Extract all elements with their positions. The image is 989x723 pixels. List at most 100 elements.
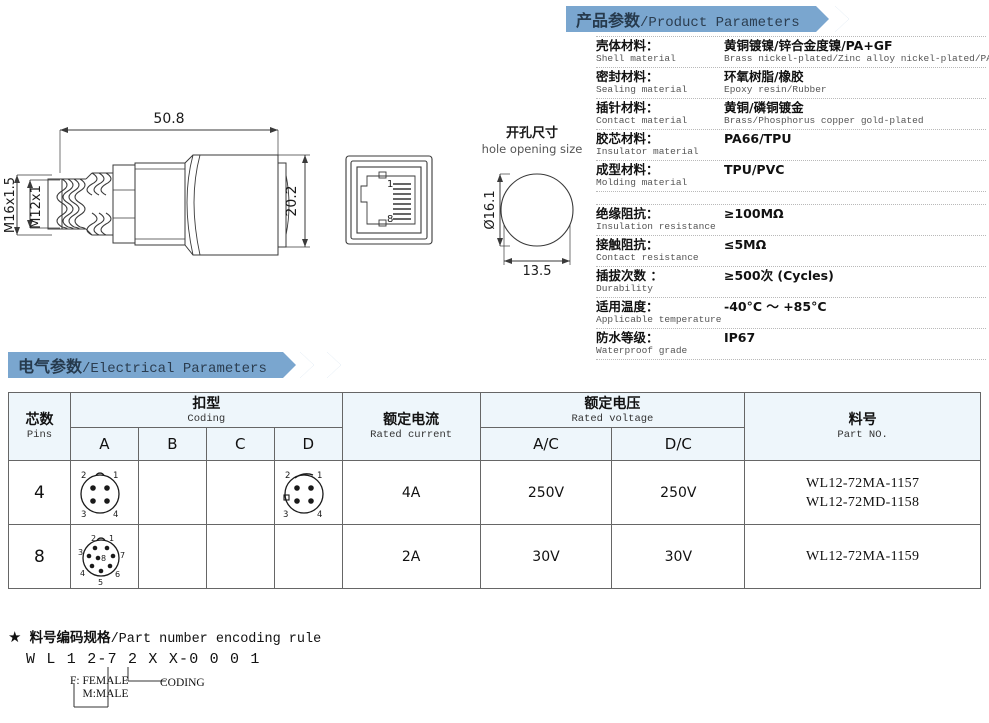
header-rated-voltage: 额定电压 Rated voltage xyxy=(479,392,746,428)
spec-label: 胶芯材料： Insulator material xyxy=(596,132,724,158)
svg-text:2: 2 xyxy=(91,534,96,543)
electrical-parameters-title-en: Electrical Parameters xyxy=(90,361,267,377)
svg-text:5: 5 xyxy=(98,578,103,587)
electrical-parameters-table: 芯数 Pins 扣型 Coding 额定电流 Rated current 额定电… xyxy=(8,392,981,589)
header-coding: 扣型 Coding xyxy=(69,392,343,428)
part-number: WL12-72MA-1157 xyxy=(805,475,920,491)
banner-chevron-icon xyxy=(834,6,849,32)
header-current-cn: 额定电流 xyxy=(383,412,440,428)
svg-text:4: 4 xyxy=(80,569,85,578)
cell-current-value: 2A xyxy=(401,548,421,565)
cell-coding-a-pinout-8: 1 2 3 4 5 6 7 8 xyxy=(69,524,139,589)
spec-label-cn: 插拔次数 ： xyxy=(596,268,663,283)
cell-pins-value: 8 xyxy=(34,546,45,567)
table-row: 4 1 2 3 4 1 2 3 4 4A 250V 250V WL12-72MA… xyxy=(8,460,981,525)
header-coding-c: C xyxy=(205,427,275,461)
svg-text:2: 2 xyxy=(81,471,86,481)
spec-label-en: Insulation resistance xyxy=(596,221,716,232)
spec-value: TPU/PVC xyxy=(724,163,986,177)
pinout-8-icon: 1 2 3 4 5 6 7 8 xyxy=(78,534,125,587)
encoding-rule-title-en: Part number encoding rule xyxy=(118,632,322,647)
spec-label: 成型材料： Molding material xyxy=(596,163,724,189)
spec-label: 防水等级： Waterproof grade xyxy=(596,330,724,357)
spec-row: 接触阻抗： Contact resistance ≤5MΩ xyxy=(596,235,986,266)
cell-voltage-ac: 30V xyxy=(479,524,613,589)
encoding-note-male: M:MALE xyxy=(82,688,129,700)
product-parameters-title-cn: 产品参数 xyxy=(576,11,641,30)
dim-thread-outer: M16x1.5 xyxy=(3,177,18,233)
spec-value: IP67 xyxy=(724,331,986,345)
header-pins-cn: 芯数 xyxy=(25,412,54,428)
header-coding-c-label: C xyxy=(235,434,246,453)
spec-value: ≥100MΩ xyxy=(724,207,986,221)
cell-coding-c xyxy=(205,524,275,589)
table-header-row-1: 芯数 Pins 扣型 Coding 额定电流 Rated current 额定电… xyxy=(8,392,981,461)
spec-value-cn: ≥500次 (Cycles) xyxy=(724,268,834,283)
spec-label: 绝缘阻抗： Insulation resistance xyxy=(596,207,724,233)
spec-row: 绝缘阻抗： Insulation resistance ≥100MΩ xyxy=(596,204,986,235)
spec-value: 黄铜/磷铜镀金 Brass/Phosphorus copper gold-pla… xyxy=(724,100,986,127)
dim-length: 50.8 xyxy=(153,111,184,127)
spec-value-cn: ≤5MΩ xyxy=(724,237,767,252)
header-partno-cn: 料号 xyxy=(848,412,877,428)
header-part-no: 料号 Part NO. xyxy=(744,392,981,461)
cell-current-value: 4A xyxy=(401,484,421,501)
cell-pins: 4 xyxy=(8,460,71,525)
encoding-pattern: W L 1 2-7 2 X X-0 0 0 1 xyxy=(26,651,261,668)
spec-label-en: Durability xyxy=(596,283,654,294)
electrical-parameters-banner: 电气参数/Electrical Parameters xyxy=(8,352,341,378)
spec-row: 防水等级： Waterproof grade IP67 xyxy=(596,328,986,360)
spec-row: 适用温度： Applicable temperature -40°C ～ +85… xyxy=(596,297,986,328)
cell-current: 4A xyxy=(341,460,481,525)
connector-front-view-drawing: 1 8 xyxy=(336,148,456,258)
product-parameters-title-en: Product Parameters xyxy=(648,15,800,31)
star-icon: ★ xyxy=(8,630,22,647)
header-current-en: Rated current xyxy=(370,429,453,441)
spec-value: ≤5MΩ xyxy=(724,238,986,252)
product-parameters-list: 壳体材料： Shell material 黄铜镀镍/锌合金度镍/PA+GF Br… xyxy=(596,36,989,360)
spec-value-cn: 黄铜/磷铜镀金 xyxy=(724,100,804,115)
encoding-rule-title-cn: 料号编码规格 xyxy=(29,630,111,646)
cell-pins-value: 4 xyxy=(34,482,45,503)
header-voltage-ac-label: A/C xyxy=(533,434,559,453)
spec-label-en: Sealing material xyxy=(596,84,688,95)
spec-label-en: Applicable temperature xyxy=(596,314,722,325)
spec-label: 插拔次数 ： Durability xyxy=(596,268,724,295)
spec-row: 胶芯材料： Insulator material PA66/TPU xyxy=(596,129,986,160)
cell-coding-d xyxy=(273,524,343,589)
product-parameters-banner: 产品参数/Product Parameters xyxy=(566,6,849,32)
svg-text:6: 6 xyxy=(115,570,120,579)
header-voltage-ac: A/C xyxy=(479,427,613,461)
spec-group-gap xyxy=(596,192,986,204)
spec-row: 插针材料： Contact material 黄铜/磷铜镀金 Brass/Pho… xyxy=(596,98,986,129)
spec-label: 壳体材料： Shell material xyxy=(596,39,724,65)
cell-coding-a-pinout-4: 1 2 3 4 xyxy=(69,460,139,525)
cell-voltage-dc-value: 30V xyxy=(664,548,693,565)
connector-side-drawing: 50.8 M16x1.5 M12x1 20.2 xyxy=(0,95,330,285)
spec-value-cn: PA66/TPU xyxy=(724,131,792,146)
header-coding-en: Coding xyxy=(187,412,226,425)
spec-value: ≥500次 (Cycles) xyxy=(724,269,986,283)
encoding-note-female: F: FEMALE xyxy=(70,675,129,687)
spec-label-cn: 防水等级： xyxy=(596,330,659,345)
spec-label: 接触阻抗： Contact resistance xyxy=(596,237,724,264)
encoding-gender-note: F: FEMALE M:MALE xyxy=(70,675,128,701)
spec-label: 适用温度： Applicable temperature xyxy=(596,300,724,326)
part-number: WL12-72MA-1159 xyxy=(805,549,920,564)
spec-row: 插拔次数 ： Durability ≥500次 (Cycles) xyxy=(596,266,986,297)
spec-value-cn: -40°C ～ +85°C xyxy=(724,299,827,314)
header-rated-current: 额定电流 Rated current xyxy=(341,392,481,461)
dim-thread-inner: M12x1 xyxy=(29,185,44,229)
svg-text:3: 3 xyxy=(283,510,288,520)
spec-row: 成型材料： Molding material TPU/PVC xyxy=(596,160,986,192)
spec-label-cn: 插针材料： xyxy=(596,100,659,115)
spec-value-cn: TPU/PVC xyxy=(724,162,785,177)
hole-opening-drawing: Ø16.1 13.5 xyxy=(470,165,600,275)
pinout-4-icon: 1 2 3 4 xyxy=(80,471,120,520)
spec-label-en: Waterproof grade xyxy=(596,345,688,356)
encoding-leader-lines xyxy=(73,667,166,708)
header-coding-a: A xyxy=(69,427,139,461)
header-pins-en: Pins xyxy=(26,429,53,441)
banner-chevron-icon-1 xyxy=(299,352,314,378)
spec-label-cn: 接触阻抗： xyxy=(596,237,659,252)
